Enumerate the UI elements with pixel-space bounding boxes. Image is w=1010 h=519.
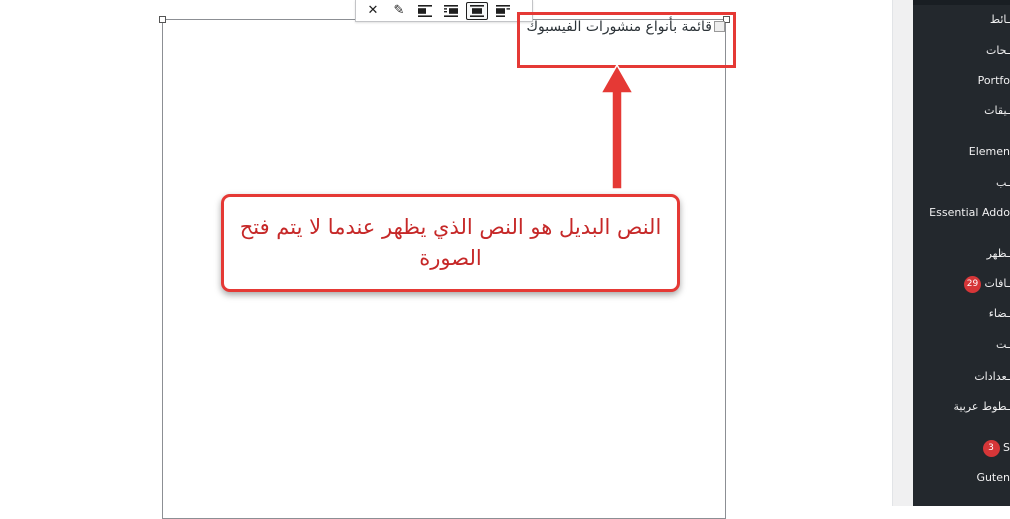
sidebar-item-label: ـعدادات [974, 370, 1010, 383]
sidebar-item-essential-addons[interactable]: Essential Addo [929, 202, 1010, 224]
sidebar-item-label: ـحات [985, 44, 1010, 57]
editor-canvas: ✕ ✎ قائمة بأنواع منشورات الفيسبوك النص ا… [0, 0, 892, 519]
align-left-icon [418, 4, 432, 17]
remove-image-button[interactable]: ✕ [360, 1, 386, 21]
align-center-button[interactable] [466, 1, 488, 20]
sidebar-top-strip [913, 0, 1010, 5]
align-none-icon [496, 4, 510, 17]
sidebar-item-label: ـيقات [984, 104, 1010, 117]
pencil-icon: ✎ [393, 3, 405, 18]
sidebar-item-label: Essential Addo [929, 206, 1010, 219]
sidebar-item-elementor[interactable]: Elemen [969, 141, 1010, 163]
align-right-button[interactable] [438, 1, 464, 21]
sidebar-item-appearance[interactable]: ـظهر [987, 243, 1010, 265]
align-left-button[interactable] [412, 1, 438, 21]
sidebar-item-label: ـطوط عربية [953, 400, 1010, 413]
update-count-badge: 29 [963, 275, 981, 293]
sidebar-item-label: Portfo [977, 74, 1010, 87]
annotation-callout: النص البديل هو النص الذي يظهر عندما لا ي… [221, 194, 680, 292]
admin-sidebar: ـائط ـحات Portfo ـيقات Elemen ـب Essenti… [913, 0, 1010, 506]
sidebar-item-label: ـت [995, 338, 1010, 351]
sidebar-item-label: ـب [995, 176, 1010, 189]
callout-text: النص البديل هو النص الذي يظهر عندما لا ي… [239, 215, 662, 270]
sidebar-item-gutenberg[interactable]: Guten [976, 467, 1010, 489]
notification-badge: 3 [982, 439, 1000, 457]
sidebar-item-tools[interactable]: ـت [996, 334, 1010, 356]
align-right-icon [444, 4, 458, 17]
sidebar-item-seo[interactable]: 3 S [980, 437, 1010, 459]
align-none-button[interactable] [490, 1, 516, 21]
sidebar-item-label: Elemen [968, 145, 1010, 158]
sidebar-item-templates[interactable]: ـب [996, 172, 1010, 194]
sidebar-item-users[interactable]: ـضاء [989, 303, 1010, 325]
editor-scrollbar-gutter[interactable] [892, 0, 914, 506]
sidebar-item-label: S [1003, 441, 1010, 454]
edit-image-button[interactable]: ✎ [386, 1, 412, 21]
sidebar-item-comments[interactable]: ـيقات [984, 100, 1010, 122]
sidebar-item-media[interactable]: ـائط [990, 9, 1010, 31]
sidebar-item-arabic-fonts[interactable]: ـطوط عربية [953, 396, 1010, 418]
align-center-icon [470, 4, 484, 17]
sidebar-item-label: ـافات [984, 277, 1010, 290]
sidebar-item-label: ـائط [989, 13, 1010, 26]
sidebar-item-plugins[interactable]: 29 ـافات [961, 273, 1010, 295]
sidebar-item-label: Guten [976, 471, 1010, 484]
annotation-arrow-icon [600, 65, 634, 190]
sidebar-item-settings[interactable]: ـعدادات [974, 366, 1010, 388]
sidebar-item-label: ـضاء [988, 307, 1010, 320]
resize-handle-top-left[interactable] [159, 16, 166, 23]
image-toolbar: ✕ ✎ [355, 0, 533, 22]
close-icon: ✕ [367, 3, 379, 18]
alt-text-highlight-box [517, 12, 736, 68]
sidebar-item-label: ـظهر [986, 247, 1010, 260]
sidebar-item-pages[interactable]: ـحات [986, 40, 1010, 62]
sidebar-item-portfolio[interactable]: Portfo [978, 70, 1010, 92]
